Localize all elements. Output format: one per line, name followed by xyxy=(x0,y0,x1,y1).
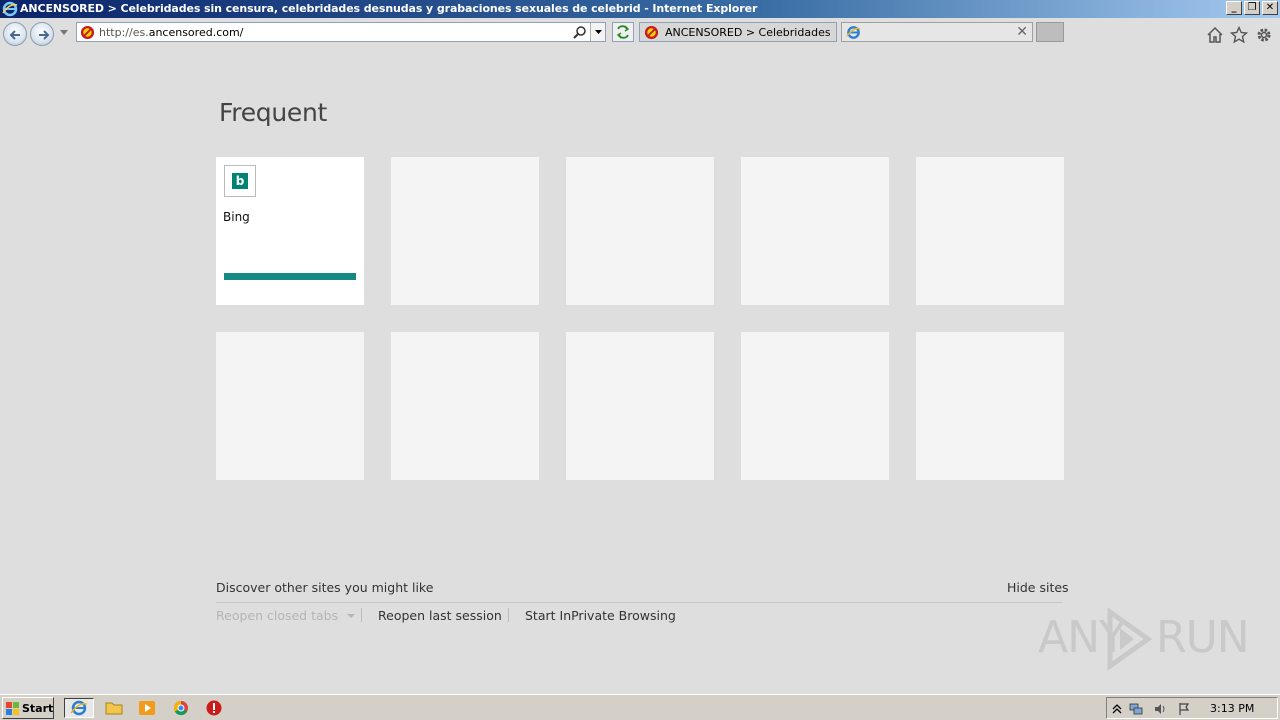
chevron-down-icon xyxy=(595,30,602,34)
blocked-site-icon xyxy=(80,25,95,40)
usage-bar xyxy=(224,273,356,280)
action-center-flag-icon[interactable] xyxy=(1177,702,1191,716)
tab-close-icon[interactable]: ✕ xyxy=(1016,24,1028,40)
tab-label: ANCENSORED > Celebridades si... xyxy=(665,26,831,39)
compatibility-refresh-button[interactable] xyxy=(612,22,634,42)
tile-empty[interactable] xyxy=(741,157,889,305)
taskbar-media-player-button[interactable] xyxy=(136,698,158,718)
window-title: ANCENSORED > Celebridades sin censura, c… xyxy=(20,2,758,15)
tile-label: Bing xyxy=(223,210,250,224)
window-titlebar: ANCENSORED > Celebridades sin censura, c… xyxy=(0,0,1280,18)
chrome-icon xyxy=(173,700,188,716)
network-icon[interactable] xyxy=(1129,702,1143,716)
tile-empty[interactable] xyxy=(916,332,1064,480)
blocked-site-icon xyxy=(644,25,659,40)
taskbar-opera-button[interactable] xyxy=(203,698,225,718)
restore-button[interactable]: ❐ xyxy=(1244,1,1260,15)
divider xyxy=(508,608,509,622)
forward-button[interactable] xyxy=(30,22,54,46)
minimize-button[interactable]: _ xyxy=(1226,1,1242,15)
folder-icon xyxy=(105,702,123,715)
start-label: Start xyxy=(22,702,54,715)
bing-favicon: b xyxy=(224,165,256,197)
discover-sites-link[interactable]: Discover other sites you might like xyxy=(216,580,433,595)
tile-empty[interactable] xyxy=(391,157,539,305)
chevron-up-icon[interactable] xyxy=(1110,702,1124,716)
taskbar-chrome-button[interactable] xyxy=(170,698,192,718)
taskbar-explorer-button[interactable] xyxy=(103,698,125,718)
reopen-closed-tabs-link[interactable]: Reopen closed tabs xyxy=(216,608,356,623)
search-icon[interactable] xyxy=(573,25,587,39)
forward-arrow-icon xyxy=(39,30,50,40)
address-bar[interactable]: http://es.ancensored.com/ xyxy=(76,22,606,42)
windows-logo-icon xyxy=(6,702,19,715)
start-button[interactable]: Start xyxy=(2,697,54,719)
navigation-bar: http://es.ancensored.com/ ANCENSORED > C… xyxy=(0,18,1280,48)
reopen-last-session-link[interactable]: Reopen last session xyxy=(378,608,502,623)
system-tray: 3:13 PM xyxy=(1106,697,1278,719)
ie-icon xyxy=(70,700,88,716)
divider xyxy=(361,608,362,622)
chevron-down-icon xyxy=(347,614,356,618)
tab-new-tab[interactable]: ✕ xyxy=(841,22,1033,42)
tile-empty[interactable] xyxy=(391,332,539,480)
tile-empty[interactable] xyxy=(566,157,714,305)
url-text[interactable]: http://es.ancensored.com/ xyxy=(99,26,243,39)
home-icon[interactable] xyxy=(1206,26,1224,44)
anyrun-watermark: ANY RUN xyxy=(1038,608,1250,672)
tile-empty[interactable] xyxy=(916,157,1064,305)
tile-empty[interactable] xyxy=(216,332,364,480)
address-dropdown-button[interactable] xyxy=(590,23,605,41)
taskbar: Start 3:13 PM xyxy=(0,694,1280,720)
new-tab-button[interactable] xyxy=(1036,22,1064,42)
gear-icon[interactable] xyxy=(1255,26,1273,44)
page-title: Frequent xyxy=(219,98,328,127)
refresh-icon xyxy=(616,25,630,39)
tab-ancensored[interactable]: ANCENSORED > Celebridades si... xyxy=(639,22,837,42)
play-logo-icon xyxy=(1107,608,1153,670)
ie-icon xyxy=(2,1,18,17)
hide-sites-link[interactable]: Hide sites xyxy=(1007,580,1069,595)
taskbar-ie-button[interactable] xyxy=(64,698,94,718)
history-dropdown-icon[interactable] xyxy=(60,30,68,36)
ie-icon xyxy=(846,26,861,39)
divider xyxy=(216,602,1063,603)
back-arrow-icon xyxy=(9,30,20,40)
bing-icon: b xyxy=(232,173,248,189)
back-button[interactable] xyxy=(3,22,27,46)
clock[interactable]: 3:13 PM xyxy=(1210,702,1254,715)
tile-empty[interactable] xyxy=(566,332,714,480)
watermark-text-right: RUN xyxy=(1156,612,1250,663)
media-player-icon xyxy=(139,701,155,715)
volume-icon[interactable] xyxy=(1153,702,1167,716)
favorites-star-icon[interactable] xyxy=(1230,26,1248,44)
opera-icon xyxy=(206,700,222,716)
tile-empty[interactable] xyxy=(741,332,889,480)
close-button[interactable]: ✕ xyxy=(1262,1,1278,15)
start-inprivate-link[interactable]: Start InPrivate Browsing xyxy=(525,608,676,623)
tile-bing[interactable]: b Bing xyxy=(216,157,364,305)
